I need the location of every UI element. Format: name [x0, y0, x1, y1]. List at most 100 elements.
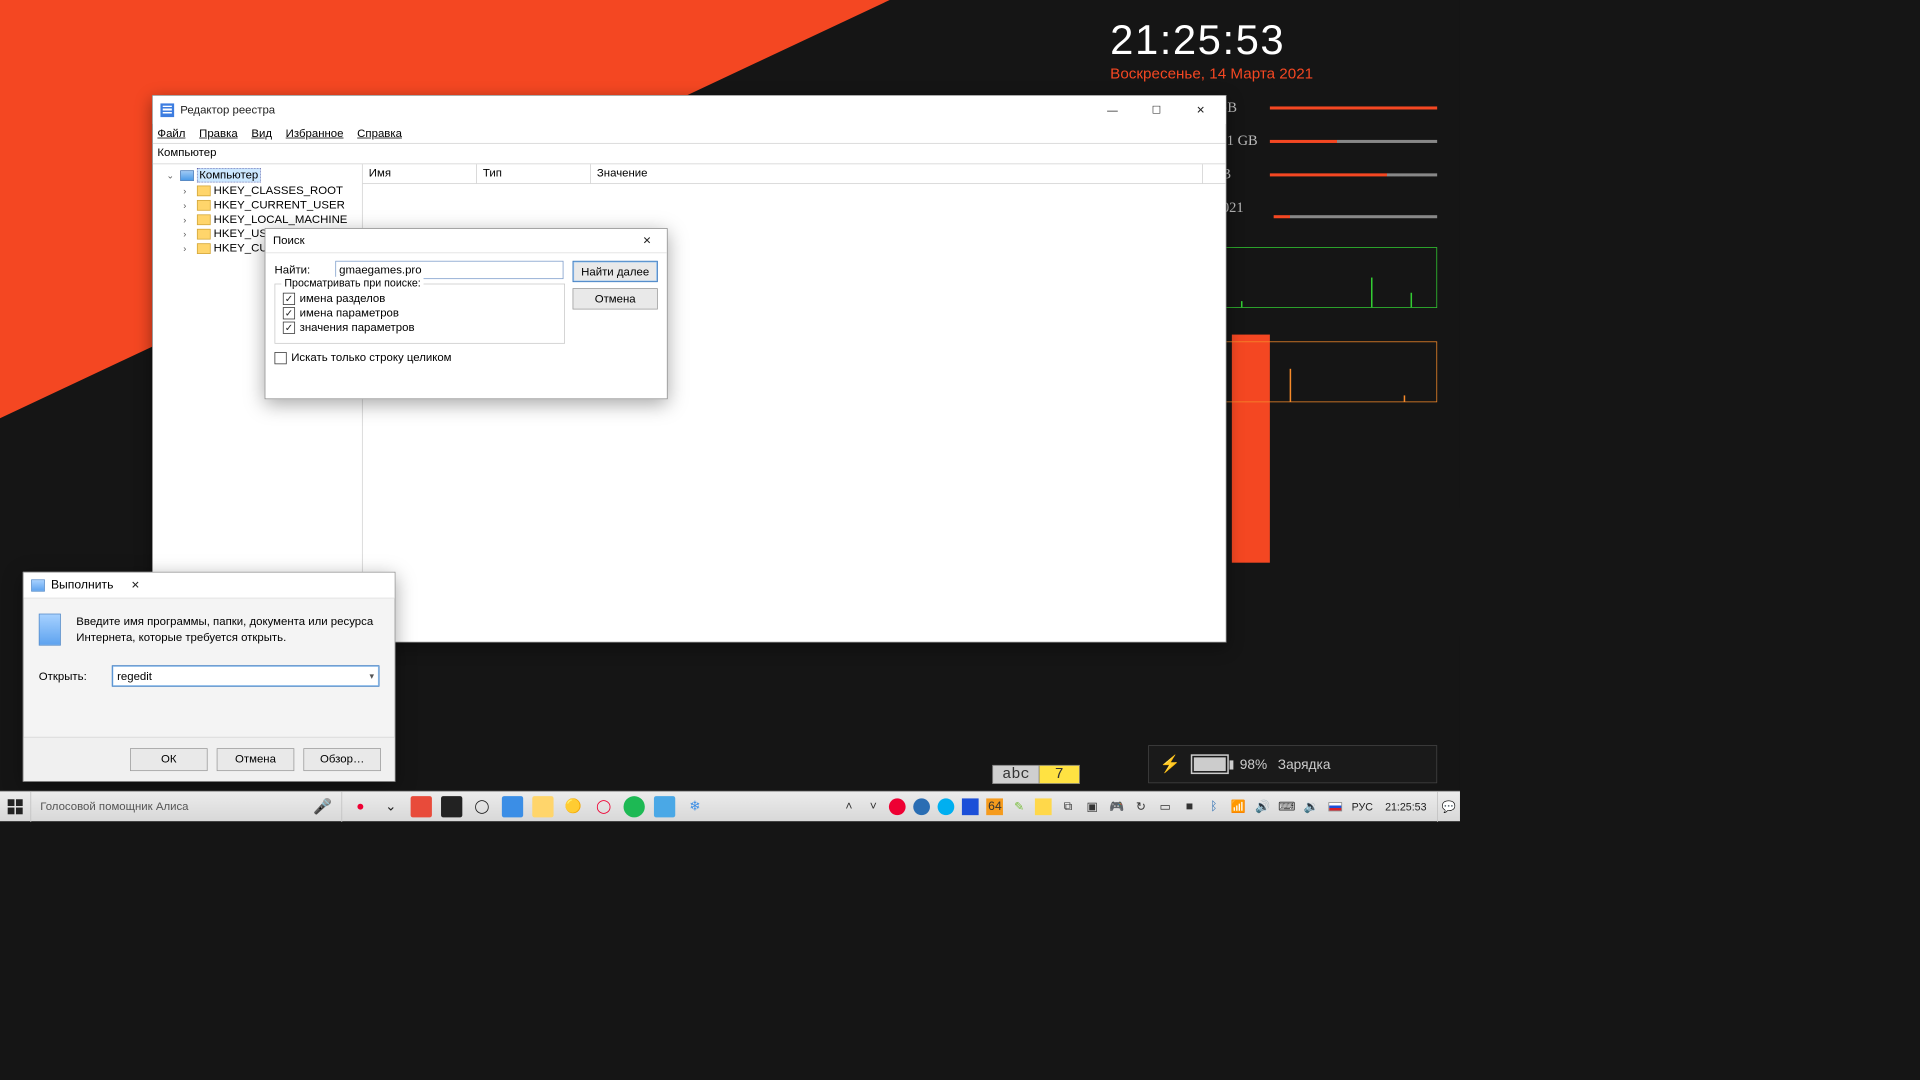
- taskbar-app-4[interactable]: [654, 796, 675, 817]
- chevron-down-icon[interactable]: ▾: [370, 671, 375, 682]
- find-title: Поиск: [273, 234, 632, 247]
- run-open-value: regedit: [117, 670, 152, 683]
- battery-widget: ⚡ 98% Зарядка: [1148, 745, 1437, 783]
- tray-battery-icon[interactable]: ▭: [1157, 798, 1174, 815]
- find-groupbox: Просматривать при поиске: ✓имена раздело…: [275, 284, 565, 344]
- ime-number: 7: [1039, 765, 1079, 784]
- taskbar-apps: ● ⌄ ◯ 🟡 ◯ ❄: [342, 796, 713, 817]
- chk-data[interactable]: ✓значения параметров: [283, 321, 557, 334]
- tray-chevron-down-icon[interactable]: ˅: [865, 798, 882, 815]
- tray-gamebar-icon[interactable]: 🎮: [1108, 798, 1125, 815]
- col-spacer: [1203, 164, 1226, 183]
- tree-hkcu[interactable]: ›HKEY_CURRENT_USER: [156, 198, 359, 212]
- menu-file[interactable]: Файл: [157, 127, 185, 140]
- find-next-button[interactable]: Найти далее: [573, 261, 658, 282]
- search-placeholder: Голосовой помощник Алиса: [40, 800, 188, 813]
- tray-sound-icon[interactable]: 🔉: [1303, 798, 1320, 815]
- tray-app-1[interactable]: [889, 798, 906, 815]
- chk-keys[interactable]: ✓имена разделов: [283, 292, 557, 305]
- tree-root[interactable]: ⌄Компьютер: [156, 167, 359, 183]
- tree-hkcr[interactable]: ›HKEY_CLASSES_ROOT: [156, 183, 359, 197]
- clock-date: Воскресенье, 14 Марта 2021: [1110, 65, 1437, 82]
- clock-time: 21:25:53: [1110, 15, 1437, 64]
- run-titlebar[interactable]: Выполнить ✕: [24, 573, 395, 599]
- tray-app-3[interactable]: 64: [987, 798, 1004, 815]
- run-cancel-button[interactable]: Отмена: [217, 748, 295, 771]
- tray-app-4[interactable]: ✎: [1011, 798, 1028, 815]
- regedit-address-bar[interactable]: Компьютер: [153, 144, 1226, 165]
- regedit-title: Редактор реестра: [180, 103, 1090, 116]
- run-close-button[interactable]: ✕: [113, 571, 157, 599]
- menu-help[interactable]: Справка: [357, 127, 402, 140]
- menu-edit[interactable]: Правка: [199, 127, 238, 140]
- chk-values[interactable]: ✓имена параметров: [283, 306, 557, 319]
- taskbar-opera-icon[interactable]: ◯: [593, 796, 614, 817]
- taskbar-app-3[interactable]: [502, 796, 523, 817]
- taskbar-chevron-icon[interactable]: ⌄: [380, 796, 401, 817]
- tray-language[interactable]: РУС: [1352, 800, 1373, 812]
- taskbar-chrome-icon[interactable]: 🟡: [563, 796, 584, 817]
- taskbar-record-icon[interactable]: ●: [350, 796, 371, 817]
- regedit-columns[interactable]: Имя Тип Значение: [363, 164, 1226, 184]
- system-tray: ˄ ˅ 64 ✎ ⧉ ▣ 🎮 ↻ ▭ ■ ᛒ 📶 🔊 ⌨ 🔉 РУС 21:25…: [835, 798, 1438, 815]
- regedit-icon: [160, 103, 174, 117]
- maximize-button[interactable]: ☐: [1135, 96, 1179, 124]
- run-icon: [31, 579, 45, 591]
- find-group-legend: Просматривать при поиске:: [281, 277, 423, 289]
- menu-view[interactable]: Вид: [251, 127, 272, 140]
- tray-chevron-up-icon[interactable]: ˄: [841, 798, 858, 815]
- menu-favorites[interactable]: Избранное: [286, 127, 344, 140]
- tray-sync-icon[interactable]: ↻: [1133, 798, 1150, 815]
- tray-keyboard-icon[interactable]: ⌨: [1279, 798, 1296, 815]
- ime-mode: abc: [992, 765, 1039, 784]
- taskbar: Голосовой помощник Алиса 🎤 ● ⌄ ◯ 🟡 ◯ ❄ ˄…: [0, 791, 1460, 821]
- col-type[interactable]: Тип: [477, 164, 591, 183]
- chk-whole-string[interactable]: Искать только строку целиком: [275, 351, 658, 364]
- taskbar-app-2[interactable]: [441, 796, 462, 817]
- taskbar-app-5[interactable]: ❄: [684, 796, 705, 817]
- find-label: Найти:: [275, 263, 336, 276]
- tray-vk-icon[interactable]: [914, 798, 931, 815]
- find-titlebar[interactable]: Поиск ✕: [265, 229, 666, 253]
- taskbar-explorer-icon[interactable]: [532, 796, 553, 817]
- tray-app-6[interactable]: ■: [1181, 798, 1198, 815]
- tray-wifi-icon[interactable]: 📶: [1230, 798, 1247, 815]
- taskbar-search[interactable]: Голосовой помощник Алиса 🎤: [30, 791, 342, 821]
- tray-skype-icon[interactable]: [938, 798, 955, 815]
- run-title: Выполнить: [51, 578, 113, 592]
- taskbar-app-1[interactable]: [411, 796, 432, 817]
- tray-dropbox-icon[interactable]: ⧉: [1060, 798, 1077, 815]
- regedit-titlebar[interactable]: Редактор реестра — ☐ ✕: [153, 96, 1226, 124]
- minimize-button[interactable]: —: [1090, 96, 1134, 124]
- run-browse-button[interactable]: Обзор…: [303, 748, 381, 771]
- tray-app-5[interactable]: [1035, 798, 1052, 815]
- taskbar-obs-icon[interactable]: ◯: [471, 796, 492, 817]
- tray-app-2[interactable]: [962, 798, 979, 815]
- tray-clock[interactable]: 21:25:53: [1385, 800, 1426, 812]
- microphone-icon[interactable]: 🎤: [313, 797, 332, 816]
- find-cancel-button[interactable]: Отмена: [573, 288, 658, 309]
- tray-flag-icon[interactable]: [1327, 798, 1344, 815]
- start-button[interactable]: [0, 791, 30, 821]
- battery-percent: 98%: [1240, 756, 1267, 772]
- taskbar-spotify-icon[interactable]: [624, 796, 645, 817]
- plug-icon: ⚡: [1160, 754, 1181, 774]
- battery-icon: [1191, 754, 1229, 774]
- battery-status: Зарядка: [1278, 756, 1331, 772]
- run-open-combo[interactable]: regedit ▾: [112, 665, 380, 686]
- windows-icon: [8, 799, 23, 814]
- notification-center-button[interactable]: 💬: [1437, 791, 1460, 821]
- ime-indicator[interactable]: abc 7: [992, 765, 1079, 784]
- tree-hklm[interactable]: ›HKEY_LOCAL_MACHINE: [156, 212, 359, 226]
- tray-bluetooth-icon[interactable]: ᛒ: [1206, 798, 1223, 815]
- run-dialog: Выполнить ✕ Введите имя программы, папки…: [23, 572, 396, 782]
- col-name[interactable]: Имя: [363, 164, 477, 183]
- close-button[interactable]: ✕: [1179, 96, 1223, 124]
- tray-nvidia-icon[interactable]: ▣: [1084, 798, 1101, 815]
- col-value[interactable]: Значение: [591, 164, 1203, 183]
- run-ok-button[interactable]: ОК: [130, 748, 208, 771]
- regedit-menubar: Файл Правка Вид Избранное Справка: [153, 124, 1226, 144]
- tray-volume-icon[interactable]: 🔊: [1254, 798, 1271, 815]
- find-close-button[interactable]: ✕: [632, 229, 662, 252]
- run-open-label: Открыть:: [39, 670, 112, 683]
